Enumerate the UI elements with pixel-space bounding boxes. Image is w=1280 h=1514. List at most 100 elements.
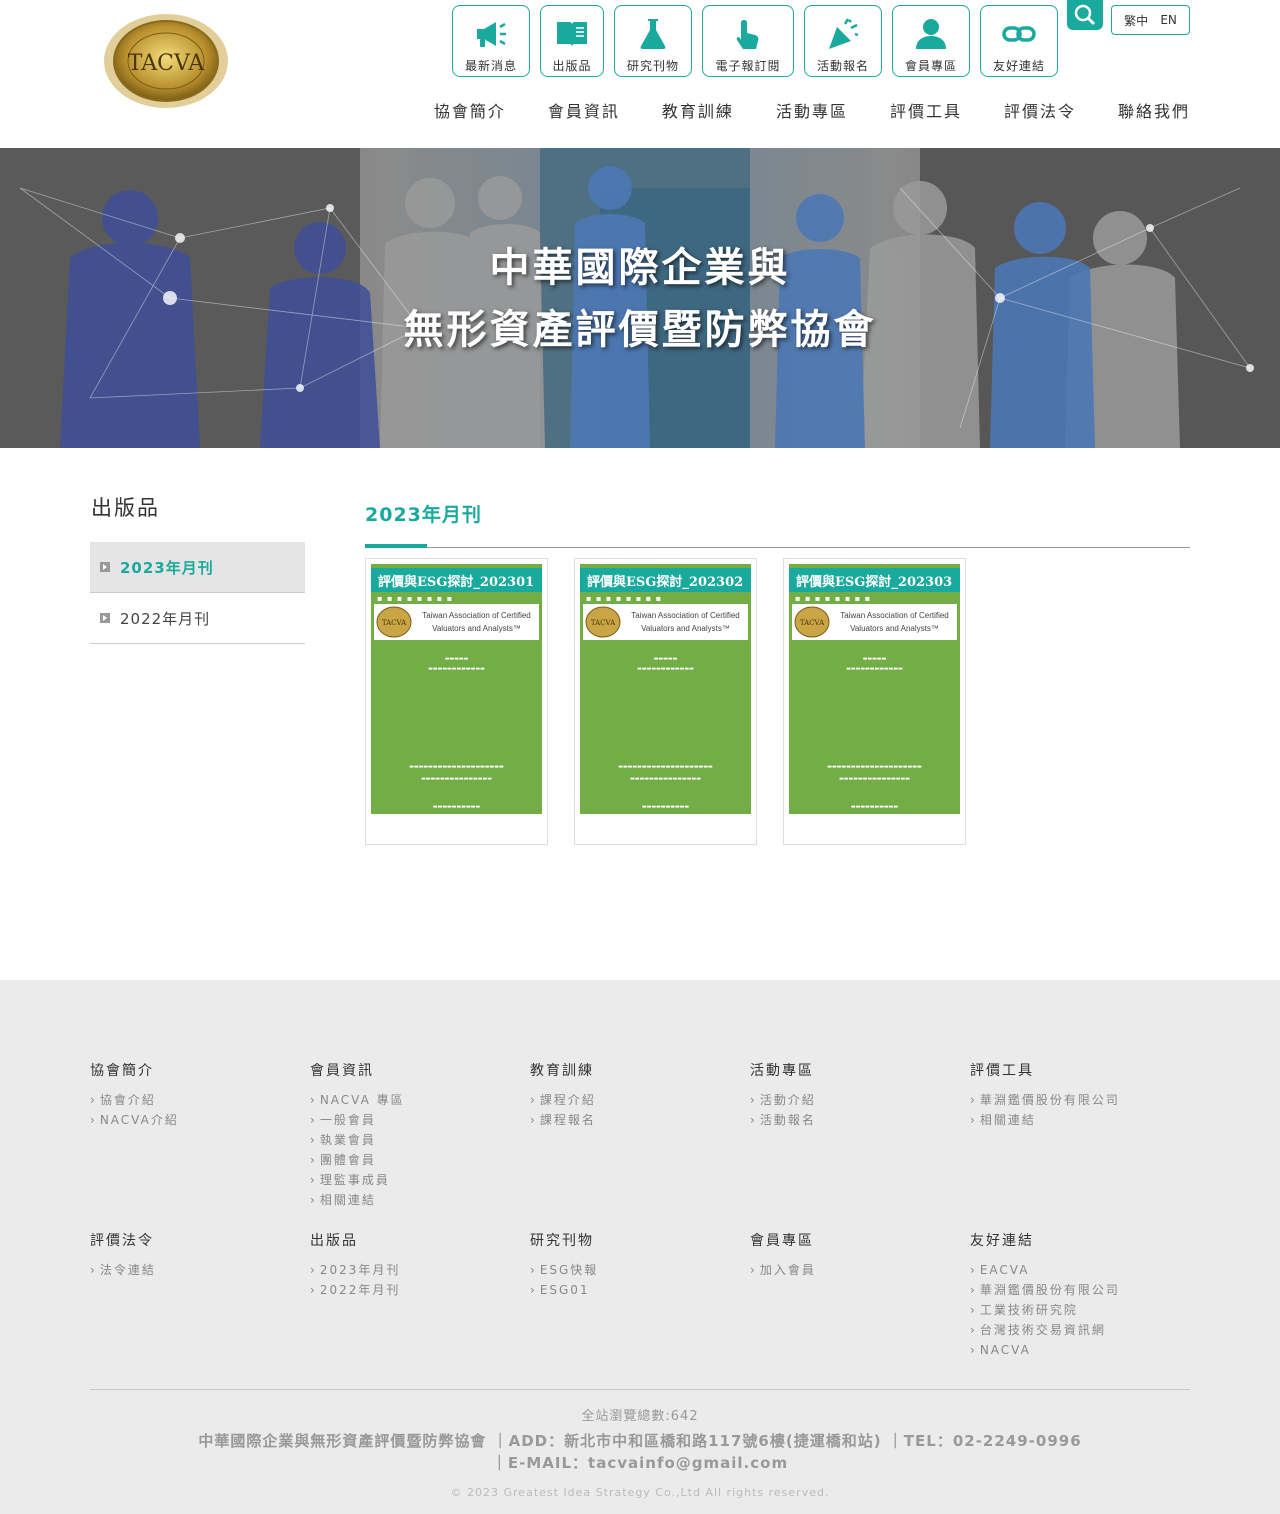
search-icon <box>1074 4 1096 26</box>
party-popper-icon <box>829 18 859 49</box>
nav-education[interactable]: 教育訓練 <box>662 98 734 122</box>
footer-link[interactable]: ESG01 <box>530 1280 740 1300</box>
footer-link[interactable]: 執業會員 <box>310 1130 520 1150</box>
footer-link[interactable]: 理監事成員 <box>310 1170 520 1190</box>
footer-col-title: 友好連結 <box>970 1233 1034 1249</box>
svg-text:TACVA: TACVA <box>591 619 616 627</box>
news-label: 最新消息 <box>464 59 517 73</box>
news-button[interactable]: 最新消息 <box>452 5 530 77</box>
footer-link[interactable]: 課程介紹 <box>530 1090 740 1110</box>
cover-box-line1: Taiwan Association of Certified <box>422 611 531 620</box>
page-title: 2023年月刊 <box>365 504 482 526</box>
arrow-bullet-icon <box>100 613 110 623</box>
publications-button[interactable]: 出版品 <box>540 5 604 77</box>
logo-text: TACVA <box>128 51 206 76</box>
footer-col-events: 活動專區 活動介紹 活動報名 <box>750 1060 960 1130</box>
cover-decoration: ▬▬▬▬▬▬▬▬▬▬▬▬ <box>637 666 694 672</box>
publication-card-202301[interactable]: 評價與ESG探討_202301 ▪ ▪ ▪ ▪ ▪ ▪ ▪ ▪ TACVA Ta… <box>365 558 548 845</box>
nav-member-info[interactable]: 會員資訊 <box>548 98 620 122</box>
footer-link[interactable]: 活動介紹 <box>750 1090 960 1110</box>
footer-link[interactable]: NACVA <box>970 1340 1180 1360</box>
site-header: TACVA 最新消息 出版品 研究刊物 電子報訂閱 活動報名 會員專區 友好連結… <box>0 0 1280 148</box>
lang-en-link[interactable]: EN <box>1160 13 1177 27</box>
nav-valuation-law[interactable]: 評價法令 <box>1004 98 1076 122</box>
tacva-seal-icon: TACVA <box>794 606 830 638</box>
cover-box-line1: Taiwan Association of Certified <box>840 611 949 620</box>
sidebar-item-2022-monthly[interactable]: 2022年月刊 <box>90 593 305 644</box>
sidebar-title: 出版品 <box>91 496 160 520</box>
user-icon <box>916 19 946 49</box>
cover-title: 評價與ESG探討_202302 <box>580 568 751 592</box>
cover-dots: ▪ ▪ ▪ ▪ ▪ ▪ ▪ ▪ <box>377 594 454 603</box>
footer-link[interactable]: 2023年月刊 <box>310 1260 520 1280</box>
cover-association-box: TACVA Taiwan Association of Certified Val… <box>583 604 748 640</box>
footer-col-title: 協會簡介 <box>90 1063 154 1079</box>
cover-decoration: ▬▬▬▬▬▬▬▬▬▬▬▬ <box>428 666 485 672</box>
footer-link[interactable]: 協會介紹 <box>90 1090 300 1110</box>
sidebar-item-2023-monthly[interactable]: 2023年月刊 <box>90 542 305 593</box>
footer-link[interactable]: ESG快報 <box>530 1260 740 1280</box>
footer-link[interactable]: 華淵鑑價股份有限公司 <box>970 1090 1180 1110</box>
cover-decoration: ▬▬▬▬▬▬▬▬▬▬▬▬▬▬▬ <box>421 776 492 782</box>
footer-link[interactable]: 活動報名 <box>750 1110 960 1130</box>
publication-card-202302[interactable]: 評價與ESG探討_202302 ▪ ▪ ▪ ▪ ▪ ▪ ▪ ▪ TACVA Ta… <box>574 558 757 845</box>
hero-banner: 中華國際企業與 無形資產評價暨防弊協會 <box>0 148 1280 448</box>
footer-col-friendly-links: 友好連結 EACVA 華淵鑑價股份有限公司 工業技術研究院 台灣技術交易資訊網 … <box>970 1230 1180 1360</box>
footer-col-valuation-law: 評價法令 法令連結 <box>90 1230 300 1280</box>
nav-contact[interactable]: 聯絡我們 <box>1118 98 1190 122</box>
sidebar-menu: 2023年月刊 2022年月刊 <box>90 542 305 644</box>
cover-decoration: ▬▬▬▬▬ <box>444 656 469 662</box>
publication-cover: 評價與ESG探討_202301 ▪ ▪ ▪ ▪ ▪ ▪ ▪ ▪ TACVA Ta… <box>371 564 542 814</box>
footer-link[interactable]: 課程報名 <box>530 1110 740 1130</box>
banner-title-line1: 中華國際企業與 <box>489 245 791 291</box>
footer-link[interactable]: 加入會員 <box>750 1260 960 1280</box>
footer-link[interactable]: EACVA <box>970 1260 1180 1280</box>
nav-about[interactable]: 協會簡介 <box>434 98 506 122</box>
cover-decoration: ▬▬▬▬▬▬▬▬▬▬▬▬ <box>846 666 903 672</box>
cover-decoration: ▬▬▬▬▬▬▬▬▬▬▬▬▬▬▬▬▬▬▬▬ <box>618 764 713 770</box>
contact-info: 中華國際企業與無形資產評價暨防弊協會 ｜ADD：新北市中和區橋和路117號6樓(… <box>0 1430 1280 1474</box>
footer-link[interactable]: 工業技術研究院 <box>970 1300 1180 1320</box>
heading-accent-bar <box>365 544 427 548</box>
footer-col-publications: 出版品 2023年月刊 2022年月刊 <box>310 1230 520 1300</box>
cover-association-box: TACVA Taiwan Association of Certified Val… <box>792 604 957 640</box>
book-icon <box>557 22 587 47</box>
footer-col-title: 會員專區 <box>750 1233 814 1249</box>
footer-col-member-area: 會員專區 加入會員 <box>750 1230 960 1280</box>
footer-col-title: 會員資訊 <box>310 1063 374 1079</box>
footer-link[interactable]: 團體會員 <box>310 1150 520 1170</box>
newsletter-button[interactable]: 電子報訂閱 <box>702 5 794 77</box>
footer-link[interactable]: 台灣技術交易資訊網 <box>970 1320 1180 1340</box>
event-signup-label: 活動報名 <box>816 59 869 73</box>
footer-col-title: 活動專區 <box>750 1063 814 1079</box>
publications-label: 出版品 <box>552 59 592 73</box>
footer-col-about: 協會簡介 協會介紹 NACVA介紹 <box>90 1060 300 1130</box>
footer-link[interactable]: 相關連結 <box>970 1110 1180 1130</box>
contact-info-line1: 中華國際企業與無形資產評價暨防弊協會 ｜ADD：新北市中和區橋和路117號6樓(… <box>198 1432 1082 1450</box>
footer-link[interactable]: 相關連結 <box>310 1190 520 1210</box>
footer-link[interactable]: NACVA 專區 <box>310 1090 520 1110</box>
lang-zh-link[interactable]: 繁中 <box>1124 12 1148 29</box>
megaphone-icon <box>477 22 506 47</box>
footer-link[interactable]: NACVA介紹 <box>90 1110 300 1130</box>
main-nav: 協會簡介 會員資訊 教育訓練 活動專區 評價工具 評價法令 聯絡我們 <box>434 98 1190 122</box>
footer-link[interactable]: 一般會員 <box>310 1110 520 1130</box>
contact-info-line2: ｜E-MAIL：tacvainfo@gmail.com <box>491 1454 789 1472</box>
nav-valuation-tools[interactable]: 評價工具 <box>890 98 962 122</box>
footer-divider <box>90 1389 1190 1390</box>
cover-decoration: ▬▬▬▬▬ <box>653 656 678 662</box>
search-button[interactable] <box>1067 0 1103 30</box>
member-area-button[interactable]: 會員專區 <box>892 5 970 77</box>
tacva-logo[interactable]: TACVA <box>101 12 231 110</box>
publication-card-202303[interactable]: 評價與ESG探討_202303 ▪ ▪ ▪ ▪ ▪ ▪ ▪ ▪ TACVA Ta… <box>783 558 966 845</box>
footer-col-education: 教育訓練 課程介紹 課程報名 <box>530 1060 740 1130</box>
svg-text:TACVA: TACVA <box>800 619 825 627</box>
tap-hand-icon <box>736 20 759 49</box>
research-button[interactable]: 研究刊物 <box>614 5 692 77</box>
footer-link[interactable]: 華淵鑑價股份有限公司 <box>970 1280 1180 1300</box>
footer-link[interactable]: 2022年月刊 <box>310 1280 520 1300</box>
event-signup-button[interactable]: 活動報名 <box>804 5 882 77</box>
friendly-links-button[interactable]: 友好連結 <box>980 5 1058 77</box>
footer-link[interactable]: 法令連結 <box>90 1260 300 1280</box>
nav-events[interactable]: 活動專區 <box>776 98 848 122</box>
